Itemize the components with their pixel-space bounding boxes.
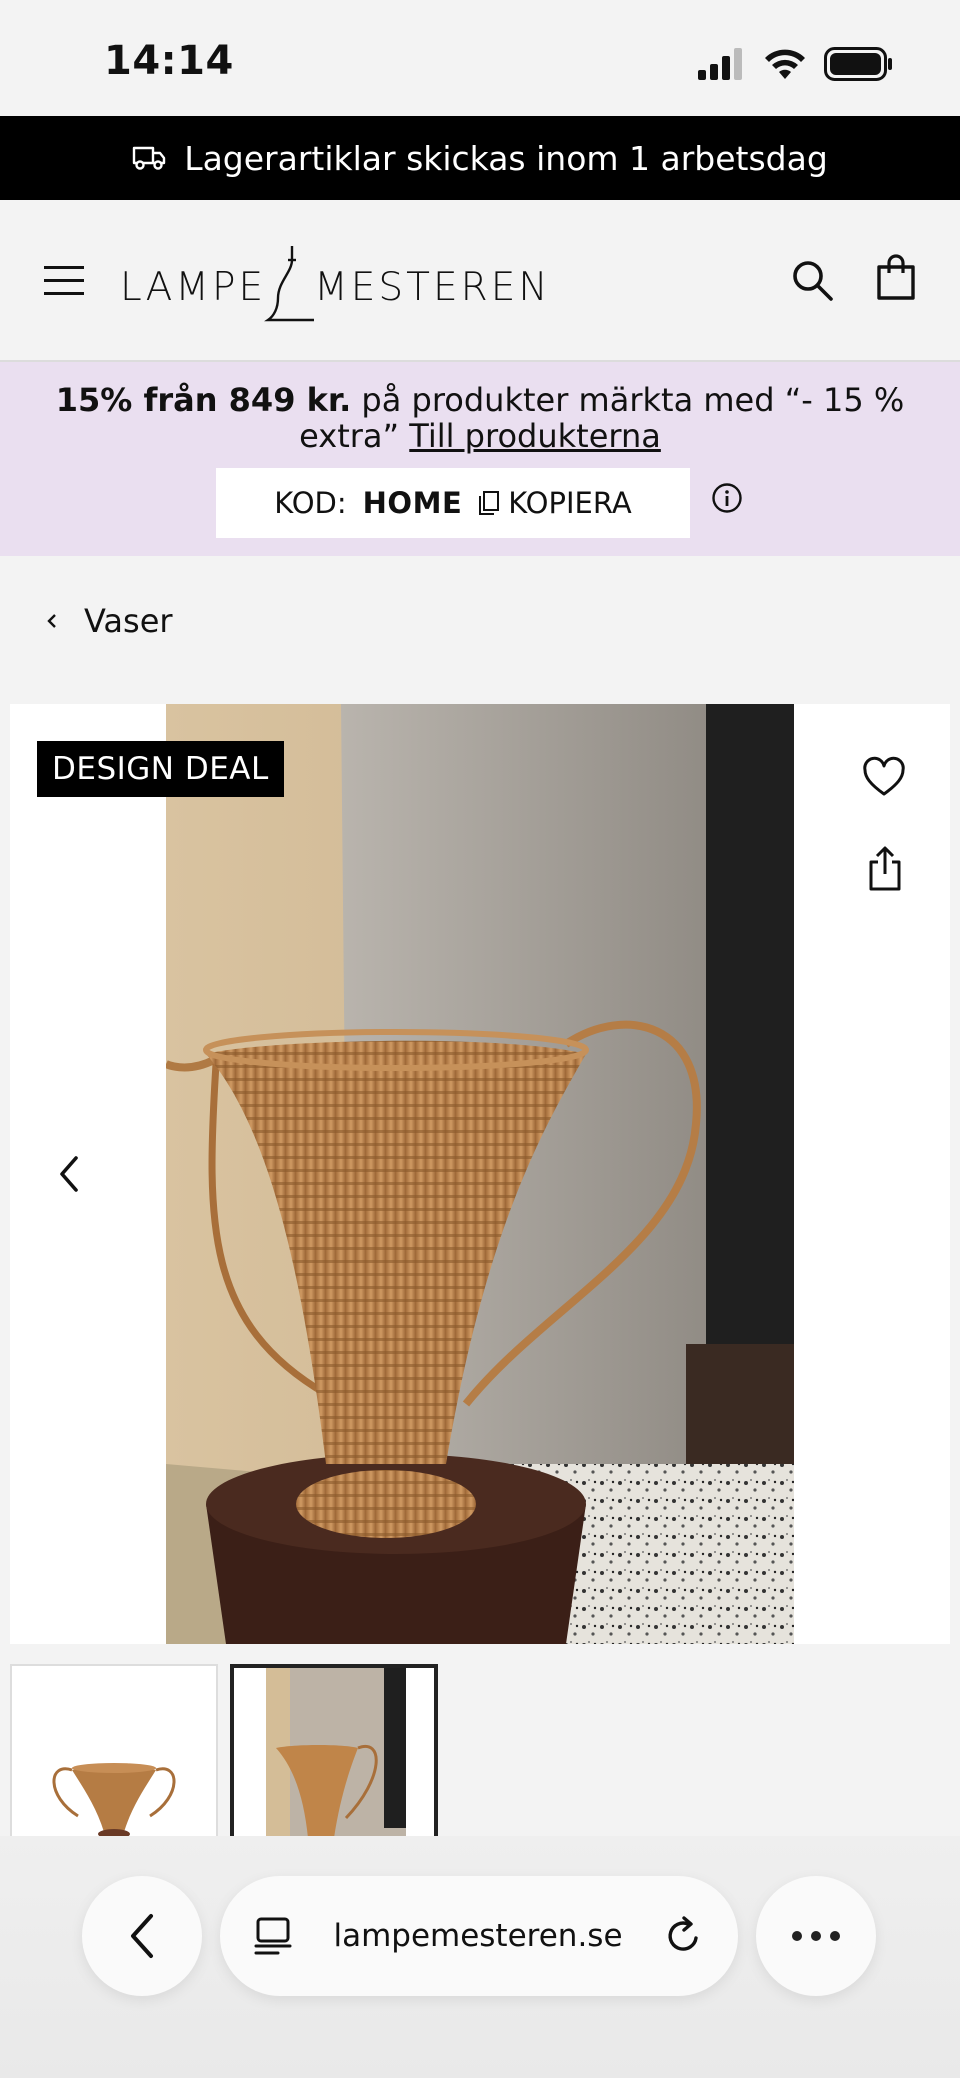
logo-text-left: LAMPE <box>120 264 267 310</box>
wifi-icon <box>765 49 805 79</box>
discount-code-box: KOD: HOME KOPIERA <box>216 468 690 538</box>
code-label: KOD: <box>274 486 347 520</box>
browser-toolbar: lampemesteren.se <box>0 1836 960 2078</box>
browser-back-button[interactable] <box>82 1876 202 1996</box>
page-menu-icon[interactable] <box>254 1916 292 1956</box>
status-bar: 14:14 <box>0 0 960 116</box>
breadcrumb-label: Vaser <box>84 602 173 640</box>
site-header: LAMPE MESTEREN <box>0 200 960 362</box>
promo-text: 15% från 849 kr. på produkter märkta med… <box>40 382 920 454</box>
browser-more-button[interactable] <box>756 1876 876 1996</box>
code-value: HOME <box>362 486 463 520</box>
search-icon[interactable] <box>790 258 834 302</box>
product-image-vase[interactable] <box>166 704 794 1644</box>
url-text: lampemesteren.se <box>333 1918 623 1954</box>
promo-bold: 15% från 849 kr. <box>55 381 352 419</box>
shipping-text: Lagerartiklar skickas inom 1 arbetsdag <box>184 138 828 178</box>
signal-icon <box>698 48 742 80</box>
more-dot <box>830 1931 840 1941</box>
promo-banner: 15% från 849 kr. på produkter märkta med… <box>0 362 960 556</box>
info-icon[interactable] <box>711 482 743 514</box>
copy-code-button[interactable]: KOPIERA <box>478 486 632 520</box>
copy-label: KOPIERA <box>508 486 632 520</box>
site-logo[interactable]: LAMPE MESTEREN <box>120 242 551 332</box>
back-arrow-icon <box>131 1914 153 1958</box>
breadcrumb[interactable]: Vaser <box>46 602 173 640</box>
shopping-bag-icon[interactable] <box>876 254 916 300</box>
status-icons <box>698 46 894 82</box>
heart-icon[interactable] <box>862 756 906 800</box>
copy-icon <box>479 491 500 515</box>
shipping-banner: Lagerartiklar skickas inom 1 arbetsdag <box>0 116 960 200</box>
chevron-left-icon[interactable] <box>54 1152 84 1196</box>
battery-icon <box>824 47 892 81</box>
reload-icon[interactable] <box>664 1916 704 1956</box>
share-icon[interactable] <box>866 846 904 892</box>
status-time: 14:14 <box>104 38 234 84</box>
design-deal-badge: DESIGN DEAL <box>37 741 284 797</box>
product-gallery[interactable]: DESIGN DEAL <box>10 704 950 1644</box>
chevron-left-icon <box>47 614 56 628</box>
logo-text-right: MESTEREN <box>314 264 551 310</box>
promo-link[interactable]: Till produkterna <box>409 417 661 455</box>
logo-lamp-mark <box>264 246 315 322</box>
hamburger-menu-icon[interactable] <box>44 264 84 298</box>
browser-address-bar[interactable]: lampemesteren.se <box>220 1876 738 1996</box>
more-dot <box>792 1931 802 1941</box>
truck-icon <box>132 146 166 170</box>
more-dot <box>811 1931 821 1941</box>
